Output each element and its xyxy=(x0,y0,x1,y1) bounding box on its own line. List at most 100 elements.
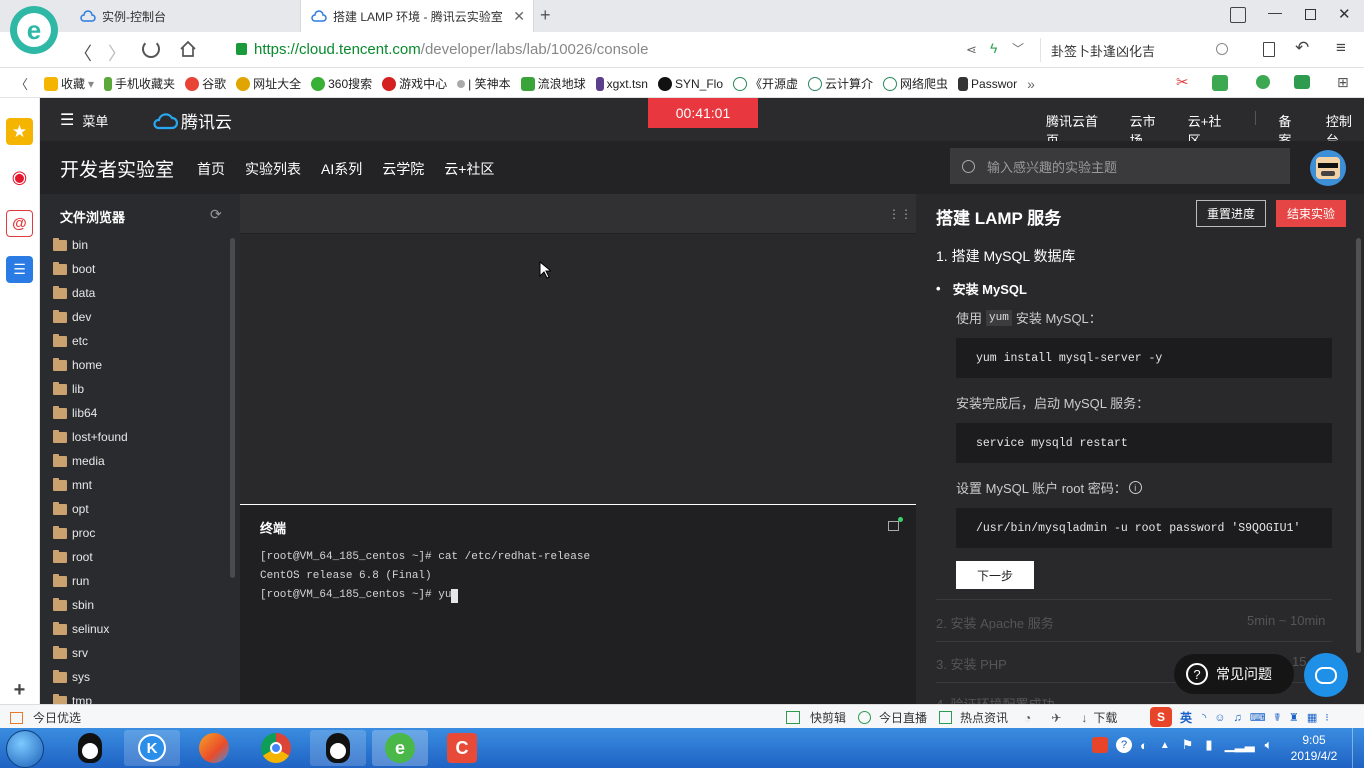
nav-ai[interactable]: AI系列 xyxy=(321,159,362,179)
translate-icon[interactable] xyxy=(1212,75,1228,91)
wallet-icon[interactable] xyxy=(1256,75,1270,89)
file-item[interactable]: bin xyxy=(40,233,228,257)
minimize-button[interactable]: — xyxy=(1268,4,1282,20)
network-icon[interactable]: ▁▂▃ xyxy=(1225,737,1255,753)
file-item[interactable]: opt xyxy=(40,497,228,521)
chat-button[interactable] xyxy=(1304,653,1348,697)
lab-title[interactable]: 开发者实验室 xyxy=(60,155,174,182)
home-icon[interactable] xyxy=(178,39,198,59)
tab-lamp-lab[interactable]: 搭建 LAMP 环境 - 腾讯云实验室 ✕ xyxy=(300,0,534,32)
sogou-ime-toolbar[interactable]: S 英 ◝☺♫⌨☤♜▦⁝ xyxy=(1150,705,1364,729)
nav-lab-list[interactable]: 实验列表 xyxy=(245,159,301,179)
bookmark-xgxt[interactable]: xgxt.tsn xyxy=(595,76,648,91)
taskbar-qq-1[interactable] xyxy=(62,730,118,766)
bookmark-mobile[interactable]: 手机收藏夹 xyxy=(104,75,175,92)
nav-home[interactable]: 首页 xyxy=(197,159,225,179)
nav-academy[interactable]: 云学院 xyxy=(382,159,424,179)
terminal[interactable]: 终端 [root@VM_64_185_centos ~]# cat /etc/r… xyxy=(240,505,916,704)
bookmark-hao[interactable]: 网址大全 xyxy=(236,75,301,92)
grid-icon[interactable]: ⋮⋮ xyxy=(888,207,912,221)
bookmark-google[interactable]: 谷歌 xyxy=(185,75,226,92)
bookmark-cloud[interactable]: 云计算介 xyxy=(808,75,873,92)
sidebar-toggle-icon[interactable]: 〈 xyxy=(15,74,28,93)
file-item[interactable]: etc xyxy=(40,329,228,353)
tab-instance-console[interactable]: 实例-控制台 xyxy=(70,0,300,32)
code-block-restart[interactable]: service mysqld restart xyxy=(956,423,1332,463)
terminal-status-icon[interactable] xyxy=(888,517,903,531)
chevron-down-icon[interactable]: ﹀ xyxy=(1012,40,1024,57)
next-step-button[interactable]: 下一步 xyxy=(956,561,1034,589)
file-item[interactable]: tmp xyxy=(40,689,228,704)
avatar[interactable] xyxy=(1310,150,1346,186)
bookmark-360[interactable]: 360搜索 xyxy=(311,75,372,92)
step-2-title[interactable]: 2. 安装 Apache 服务 xyxy=(936,613,1054,632)
game-pad-icon[interactable] xyxy=(1294,75,1310,89)
undo-icon[interactable]: ↶ xyxy=(1295,38,1309,58)
file-item[interactable]: sbin xyxy=(40,593,228,617)
reading-mode-icon[interactable] xyxy=(1263,42,1275,57)
taskbar-browser-360[interactable] xyxy=(186,730,242,766)
ime-mode[interactable]: 英 xyxy=(1180,709,1192,726)
show-hidden-icon[interactable]: ▲ xyxy=(1160,740,1170,751)
taskbar-browser-e[interactable]: e xyxy=(372,730,428,766)
forward-icon[interactable]: 〉 xyxy=(108,40,126,66)
code-block-install[interactable]: yum install mysql-server -y xyxy=(956,338,1332,378)
close-tab-icon[interactable]: ✕ xyxy=(513,8,525,25)
menu-button[interactable]: ☰ 菜单 xyxy=(60,110,108,130)
end-lab-button[interactable]: 结束实验 xyxy=(1276,200,1346,227)
shirt-icon[interactable] xyxy=(1230,7,1246,23)
file-item[interactable]: mnt xyxy=(40,473,228,497)
help-tray-icon[interactable]: ? xyxy=(1116,737,1132,753)
scissors-icon[interactable]: ✂ xyxy=(1176,73,1189,91)
bookmark-favorites[interactable]: 收藏 ▾ xyxy=(44,75,94,92)
start-button[interactable] xyxy=(6,730,44,768)
editor-area[interactable] xyxy=(240,194,916,504)
file-item[interactable]: run xyxy=(40,569,228,593)
step-4-title[interactable]: 4. 验证环境配置成功 xyxy=(936,694,1054,704)
file-item[interactable]: dev xyxy=(40,305,228,329)
bookmark-joke[interactable]: | 笑神本 xyxy=(457,75,511,92)
news-icon[interactable]: ☰ xyxy=(6,256,33,283)
status-item[interactable]: 今日直播 xyxy=(879,709,927,726)
file-item[interactable]: root xyxy=(40,545,228,569)
status-item[interactable]: 下载 xyxy=(1093,709,1117,726)
file-item[interactable]: lib64 xyxy=(40,401,228,425)
bookmark-games[interactable]: 游戏中心 xyxy=(382,75,447,92)
add-sidebar-icon[interactable]: + xyxy=(6,677,33,704)
file-item[interactable]: boot xyxy=(40,257,228,281)
guide-scrollbar[interactable] xyxy=(1356,238,1361,653)
taskbar-chrome[interactable] xyxy=(248,730,304,766)
back-icon[interactable]: 〈 xyxy=(74,40,92,66)
search-icon[interactable] xyxy=(1216,43,1228,55)
refresh-icon[interactable] xyxy=(142,40,160,58)
show-desktop-button[interactable] xyxy=(1352,728,1364,768)
nav-community[interactable]: 云+社区 xyxy=(444,159,494,179)
maximize-button[interactable] xyxy=(1305,9,1316,20)
file-item[interactable]: lib xyxy=(40,377,228,401)
file-item[interactable]: home xyxy=(40,353,228,377)
status-left[interactable]: 今日优选 xyxy=(10,709,81,726)
file-item[interactable]: data xyxy=(40,281,228,305)
status-item[interactable]: 快剪辑 xyxy=(810,709,846,726)
search-box[interactable]: 卦签卜卦逢凶化吉 xyxy=(1040,38,1236,62)
step-1-title[interactable]: 1. 搭建 MySQL 数据库 xyxy=(936,246,1076,266)
brand-logo[interactable]: 腾讯云 xyxy=(152,108,232,133)
flag-icon[interactable]: ⚑ xyxy=(1182,737,1194,753)
share-icon[interactable]: ⋖ xyxy=(966,42,977,58)
bookmark-crawler[interactable]: 网络爬虫 xyxy=(883,75,948,92)
sogou-tray-icon[interactable] xyxy=(1092,737,1108,753)
tray-icon[interactable]: ◐ xyxy=(1140,738,1148,753)
mail-icon[interactable]: @ xyxy=(6,210,33,237)
url-field[interactable]: https://cloud.tencent.com/developer/labs… xyxy=(254,41,648,58)
faq-button[interactable]: ? 常见问题 xyxy=(1174,654,1294,694)
lab-search[interactable]: 输入感兴趣的实验主题 xyxy=(950,148,1290,184)
menu-icon[interactable]: ≡ xyxy=(1336,38,1346,58)
file-scrollbar[interactable] xyxy=(230,238,235,578)
file-item[interactable]: sys xyxy=(40,665,228,689)
taskbar-qq-2[interactable] xyxy=(310,730,366,766)
lightning-icon[interactable]: ϟ xyxy=(990,40,997,56)
battery-icon[interactable]: ▮ xyxy=(1205,737,1212,753)
file-item[interactable]: proc xyxy=(40,521,228,545)
bookmark-opensource[interactable]: 《开源虚 xyxy=(733,75,798,92)
bookmark-password[interactable]: Passwor xyxy=(958,76,1017,91)
